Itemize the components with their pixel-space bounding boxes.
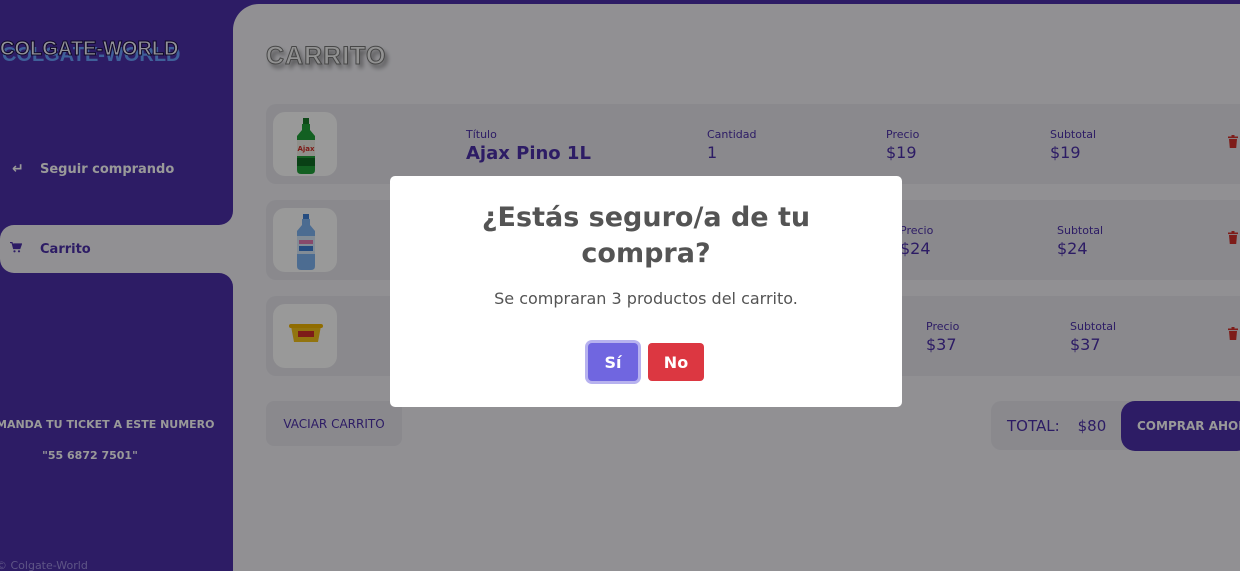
confirm-dialog: ¿Estás seguro/a de tu compra? Se comprar… (390, 176, 902, 407)
dialog-title: ¿Estás seguro/a de tu compra? (481, 202, 811, 269)
dialog-message: Se compraran 3 productos del carrito. (494, 289, 798, 308)
confirm-button[interactable]: Sí (588, 343, 638, 381)
cancel-button[interactable]: No (648, 343, 704, 381)
